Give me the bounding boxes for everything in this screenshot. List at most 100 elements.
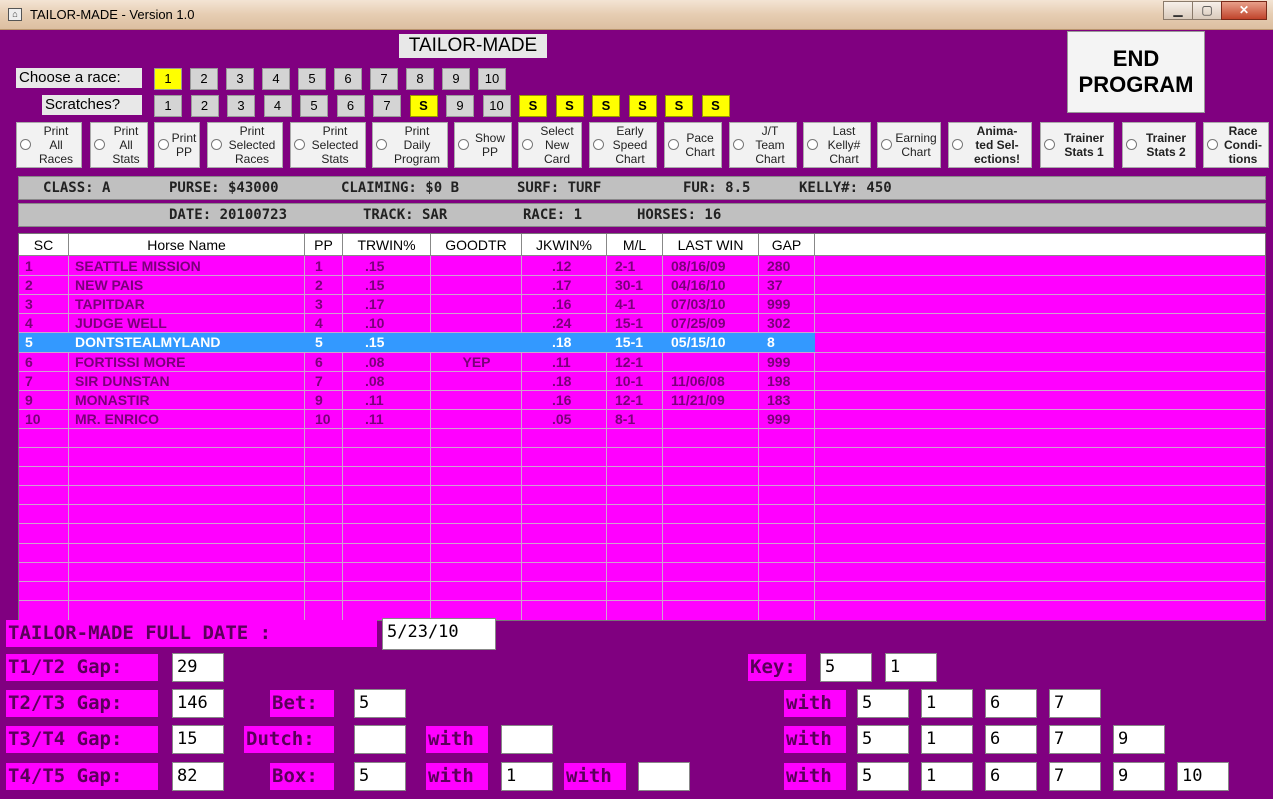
end-program-button[interactable]: END PROGRAM xyxy=(1067,31,1205,113)
with-row2-field-3[interactable]: 6 xyxy=(985,725,1037,754)
radio-icon[interactable] xyxy=(881,139,892,150)
column-header-goodtr[interactable]: GOODTR xyxy=(431,234,522,256)
scratch-button-8[interactable]: S xyxy=(409,95,438,117)
option-trainer-stats-2[interactable]: Trainer Stats 2 xyxy=(1122,122,1196,168)
column-header-horse-name[interactable]: Horse Name xyxy=(69,234,305,256)
race-button-5[interactable]: 5 xyxy=(298,68,326,90)
option-last-kelly-chart[interactable]: Last Kelly# Chart xyxy=(803,122,871,168)
with-row3-field-5[interactable]: 9 xyxy=(1113,762,1165,791)
with-row3-field-3[interactable]: 6 xyxy=(985,762,1037,791)
option-select-new-card[interactable]: Select New Card xyxy=(518,122,582,168)
scratch-button-15[interactable]: S xyxy=(665,95,693,117)
option-print-selected-races[interactable]: Print Selected Races xyxy=(207,122,283,168)
scratch-button-11[interactable]: S xyxy=(519,95,547,117)
scratch-button-14[interactable]: S xyxy=(628,95,657,117)
t2t3-gap-field[interactable]: 146 xyxy=(172,689,224,718)
with-row2-field-1[interactable]: 5 xyxy=(857,725,909,754)
table-row[interactable]: 5 DONTSTEALMYLAND 5 .15 .18 15-1 05/15/10 8 xyxy=(19,333,815,353)
radio-icon[interactable] xyxy=(20,139,31,150)
table-row[interactable]: 1 SEATTLE MISSION 1 .15 .12 2-1 08/16/09 280 xyxy=(19,257,815,276)
app-icon[interactable]: ⌂ xyxy=(8,8,22,21)
table-row[interactable]: 4 JUDGE WELL 4 .10 .24 15-1 07/25/09 302 xyxy=(19,314,815,333)
column-header-jkwin-[interactable]: JKWIN% xyxy=(522,234,607,256)
option-print-daily-program[interactable]: Print Daily Program xyxy=(372,122,448,168)
table-row[interactable]: 9 MONASTIR 9 .11 .16 12-1 11/21/09 183 xyxy=(19,391,815,410)
radio-icon[interactable] xyxy=(1207,139,1218,150)
with-row1-field-3[interactable]: 6 xyxy=(985,689,1037,718)
race-button-7[interactable]: 7 xyxy=(370,68,398,90)
with-row1-field-4[interactable]: 7 xyxy=(1049,689,1101,718)
scratch-button-4[interactable]: 4 xyxy=(263,95,292,117)
dutch-field[interactable] xyxy=(354,725,406,754)
option-trainer-stats-1[interactable]: Trainer Stats 1 xyxy=(1040,122,1114,168)
with-row3-field-4[interactable]: 7 xyxy=(1049,762,1101,791)
close-button[interactable]: ✕ xyxy=(1221,1,1267,20)
radio-icon[interactable] xyxy=(733,139,744,150)
with-row3-field-2[interactable]: 1 xyxy=(921,762,973,791)
option-show-pp[interactable]: Show PP xyxy=(454,122,512,168)
with-row2-field-2[interactable]: 1 xyxy=(921,725,973,754)
column-header-m-l[interactable]: M/L xyxy=(607,234,663,256)
column-header-sc[interactable]: SC xyxy=(19,234,69,256)
scratch-button-16[interactable]: S xyxy=(701,95,730,117)
radio-icon[interactable] xyxy=(294,139,305,150)
column-header-last-win[interactable]: LAST WIN xyxy=(663,234,759,256)
table-row[interactable]: 7 SIR DUNSTAN 7 .08 .18 10-1 11/06/08 198 xyxy=(19,372,815,391)
race-button-8[interactable]: 8 xyxy=(406,68,434,90)
race-button-1[interactable]: 1 xyxy=(154,68,182,90)
scratch-button-13[interactable]: S xyxy=(592,95,620,117)
table-row[interactable]: 10 MR. ENRICO 10 .11 .05 8-1 999 xyxy=(19,410,815,429)
scratch-button-10[interactable]: 10 xyxy=(482,95,511,117)
with-row3-field-6[interactable]: 10 xyxy=(1177,762,1229,791)
with-row1-field-2[interactable]: 1 xyxy=(921,689,973,718)
radio-icon[interactable] xyxy=(668,139,679,150)
option-pace-chart[interactable]: Pace Chart xyxy=(664,122,722,168)
table-row[interactable]: 3 TAPITDAR 3 .17 .16 4-1 07/03/10 999 xyxy=(19,295,815,314)
maximize-button[interactable]: ▢ xyxy=(1192,1,1222,20)
t4t5-gap-field[interactable]: 82 xyxy=(172,762,224,791)
option-anima-ted-sel-ections-[interactable]: Anima- ted Sel- ections! xyxy=(948,122,1032,168)
race-button-9[interactable]: 9 xyxy=(442,68,470,90)
full-date-field[interactable]: 5/23/10 xyxy=(382,618,496,650)
box-with2-field[interactable] xyxy=(638,762,690,791)
radio-icon[interactable] xyxy=(807,139,818,150)
t3t4-gap-field[interactable]: 15 xyxy=(172,725,224,754)
option-j-t-team-chart[interactable]: J/T Team Chart xyxy=(729,122,797,168)
column-header-gap[interactable]: GAP xyxy=(759,234,815,256)
with-row2-field-4[interactable]: 7 xyxy=(1049,725,1101,754)
radio-icon[interactable] xyxy=(1044,139,1055,150)
option-race-condi-tions[interactable]: Race Condi- tions xyxy=(1203,122,1269,168)
race-button-6[interactable]: 6 xyxy=(334,68,362,90)
option-print-pp[interactable]: Print PP xyxy=(154,122,200,168)
race-button-10[interactable]: 10 xyxy=(478,68,506,90)
option-early-speed-chart[interactable]: Early Speed Chart xyxy=(589,122,657,168)
radio-icon[interactable] xyxy=(1126,139,1137,150)
radio-icon[interactable] xyxy=(522,139,533,150)
scratch-button-12[interactable]: S xyxy=(555,95,584,117)
scratch-button-3[interactable]: 3 xyxy=(227,95,255,117)
scratch-button-1[interactable]: 1 xyxy=(154,95,182,117)
race-button-3[interactable]: 3 xyxy=(226,68,254,90)
option-print-selected-stats[interactable]: Print Selected Stats xyxy=(290,122,366,168)
box-field[interactable]: 5 xyxy=(354,762,406,791)
with-row3-field-1[interactable]: 5 xyxy=(857,762,909,791)
horse-table[interactable]: SC Horse Name PP TRWIN% GOODTR JKWIN% M/L LAST … xyxy=(18,233,1266,621)
scratch-button-6[interactable]: 6 xyxy=(336,95,365,117)
radio-icon[interactable] xyxy=(376,139,387,150)
radio-icon[interactable] xyxy=(211,139,222,150)
column-header-trwin-[interactable]: TRWIN% xyxy=(343,234,431,256)
race-button-4[interactable]: 4 xyxy=(262,68,290,90)
table-row[interactable]: 2 NEW PAIS 2 .15 .17 30-1 04/16/10 37 xyxy=(19,276,815,295)
option-print-all-stats[interactable]: Print All Stats xyxy=(90,122,148,168)
radio-icon[interactable] xyxy=(593,139,604,150)
column-header-pp[interactable]: PP xyxy=(305,234,343,256)
table-row[interactable]: 6 FORTISSI MORE 6 .08 YEP .11 12-1 999 xyxy=(19,353,815,372)
scratch-button-5[interactable]: 5 xyxy=(300,95,328,117)
option-print-all-races[interactable]: Print All Races xyxy=(16,122,82,168)
race-button-2[interactable]: 2 xyxy=(190,68,218,90)
with-row1-field-1[interactable]: 5 xyxy=(857,689,909,718)
dutch-with-field[interactable] xyxy=(501,725,553,754)
radio-icon[interactable] xyxy=(952,139,963,150)
radio-icon[interactable] xyxy=(94,139,105,150)
radio-icon[interactable] xyxy=(158,139,169,150)
